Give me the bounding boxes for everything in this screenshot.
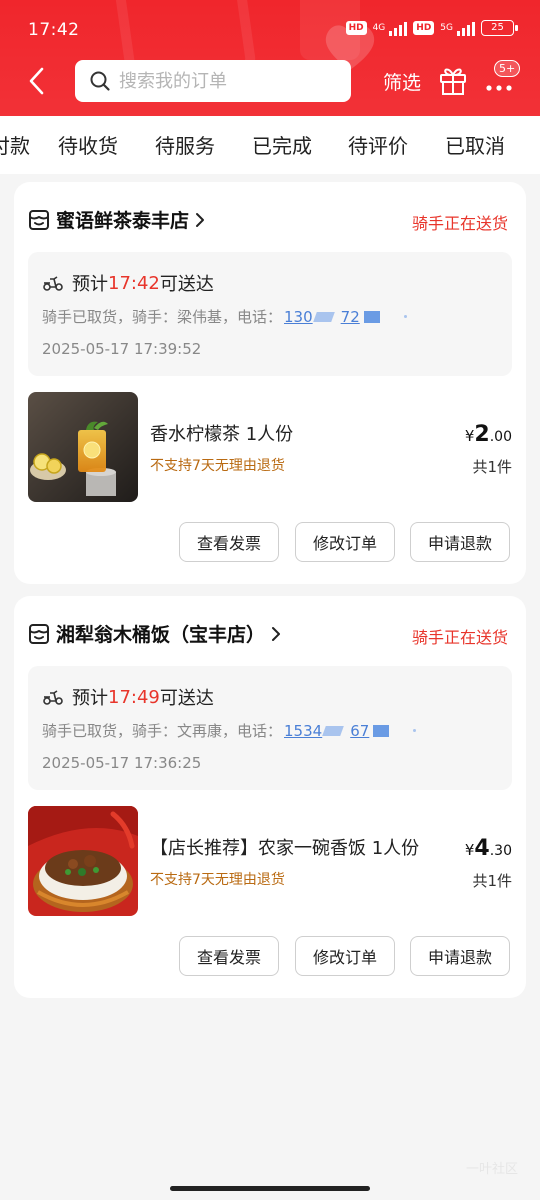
chevron-right-icon	[272, 626, 281, 641]
return-policy-note: 不支持7天无理由退货	[150, 872, 285, 888]
eta-prefix: 预计	[72, 688, 108, 709]
status-icons: HD 4G HD 5G 25	[345, 20, 518, 36]
phone-redaction	[322, 725, 345, 736]
eta-row: 预计 17:49 可送达	[42, 684, 214, 710]
order-status: 骑手正在送货	[411, 214, 508, 233]
shop-name: 蜜语鲜茶泰丰店	[56, 210, 190, 232]
order-card[interactable]: 湘犁翁木桶饭（宝丰店） 骑手正在送货 预计 17:49 可送达 骑手已取货，骑手…	[14, 596, 526, 998]
rider-text: 骑手已取货，骑手：文再康，电话：	[42, 722, 283, 740]
delivery-info[interactable]: 预计 17:42 可送达 骑手已取货，骑手：梁伟基，电话： 130 72 202…	[28, 252, 512, 376]
product-quantity: 共1件	[472, 872, 512, 890]
shop-name: 湘犁翁木桶饭（宝丰店）	[56, 624, 266, 646]
rider-phone[interactable]: 130	[284, 308, 313, 326]
signal-icon	[389, 20, 408, 36]
search-bar[interactable]	[75, 60, 351, 102]
scooter-icon	[43, 690, 63, 705]
filter-button[interactable]: 筛选	[383, 68, 421, 95]
order-card[interactable]: 蜜语鲜茶泰丰店 骑手正在送货 预计 17:42 可送达 骑手已取货，骑手：梁伟基…	[14, 182, 526, 584]
network-type: 4G	[372, 22, 386, 33]
header: 17:42 HD 4G HD 5G 25 筛选	[0, 0, 540, 116]
rider-phone-tail[interactable]: 67	[350, 722, 369, 740]
eta-suffix: 可送达	[159, 688, 214, 709]
eta-row: 预计 17:42 可送达	[42, 270, 214, 296]
phone-redaction	[312, 311, 335, 322]
hd-badge: HD	[345, 21, 367, 35]
order-timestamp: 2025-05-17 17:39:52	[42, 340, 202, 358]
tab-completed[interactable]: 已完成	[252, 130, 312, 159]
back-arrow-icon[interactable]	[22, 64, 52, 98]
return-policy-note: 不支持7天无理由退货	[150, 458, 285, 474]
product-name: 香水柠檬茶 1人份	[150, 424, 294, 445]
modify-order-button[interactable]: 修改订单	[295, 522, 395, 562]
request-refund-button[interactable]: 申请退款	[410, 522, 510, 562]
eta-time: 17:49	[108, 686, 160, 708]
delivery-info[interactable]: 预计 17:49 可送达 骑手已取货，骑手：文再康，电话： 1534 67 20…	[28, 666, 512, 790]
phone-redaction	[373, 724, 390, 737]
rider-phone-tail[interactable]: 72	[341, 308, 360, 326]
rider-info: 骑手已取货，骑手：文再康，电话： 1534 67	[42, 720, 417, 741]
order-status: 骑手正在送货	[411, 628, 508, 647]
shop-icon	[29, 623, 49, 644]
tab-pending-review[interactable]: 待评价	[348, 130, 408, 159]
eta-suffix: 可送达	[159, 274, 214, 295]
eta-prefix: 预计	[72, 274, 108, 295]
home-indicator[interactable]	[170, 1186, 370, 1191]
chevron-right-icon	[196, 212, 205, 227]
watermark: 一叶社区	[465, 1162, 518, 1177]
search-icon	[90, 71, 110, 91]
view-invoice-button[interactable]: 查看发票	[179, 936, 279, 976]
product-name: 【店长推荐】农家一碗香饭 1人份	[150, 838, 420, 859]
product-price: ¥4.30	[464, 836, 512, 861]
product-image	[28, 806, 138, 916]
modify-order-button[interactable]: 修改订单	[295, 936, 395, 976]
tab-pending-service[interactable]: 待服务	[155, 130, 215, 159]
search-input[interactable]	[119, 70, 339, 92]
phone-redaction	[413, 729, 417, 732]
battery-icon: 25	[481, 20, 518, 36]
product-item[interactable]: 【店长推荐】农家一碗香饭 1人份 不支持7天无理由退货 ¥4.30 共1件	[28, 806, 512, 916]
signal-icon	[457, 20, 475, 36]
tab-pending-payment[interactable]: 付款	[0, 130, 30, 159]
gift-icon[interactable]	[438, 64, 468, 96]
order-timestamp: 2025-05-17 17:36:25	[42, 754, 202, 772]
hd-badge: HD	[413, 21, 435, 35]
nav-row: 筛选 5+	[0, 58, 540, 106]
product-quantity: 共1件	[472, 458, 512, 476]
network-type: 5G	[440, 22, 453, 33]
tab-pending-receipt[interactable]: 待收货	[58, 130, 118, 159]
notification-badge: 5+	[494, 60, 521, 77]
order-tabs: 付款 待收货 待服务 已完成 待评价 已取消	[0, 116, 540, 174]
shop-link[interactable]: 湘犁翁木桶饭（宝丰店）	[28, 620, 281, 647]
status-bar: 17:42 HD 4G HD 5G 25	[0, 0, 540, 56]
product-item[interactable]: 香水柠檬茶 1人份 不支持7天无理由退货 ¥2.00 共1件	[28, 392, 512, 502]
eta-time: 17:42	[108, 272, 160, 294]
product-image	[28, 392, 138, 502]
scooter-icon	[43, 276, 63, 291]
rider-info: 骑手已取货，骑手：梁伟基，电话： 130 72	[42, 306, 407, 327]
phone-redaction	[403, 315, 407, 318]
rider-text: 骑手已取货，骑手：梁伟基，电话：	[42, 308, 283, 326]
shop-icon	[29, 209, 49, 230]
shop-link[interactable]: 蜜语鲜茶泰丰店	[28, 206, 205, 233]
phone-redaction	[363, 310, 380, 323]
tab-cancelled[interactable]: 已取消	[445, 130, 505, 159]
view-invoice-button[interactable]: 查看发票	[179, 522, 279, 562]
status-time: 17:42	[28, 20, 80, 40]
rider-phone[interactable]: 1534	[284, 722, 322, 740]
request-refund-button[interactable]: 申请退款	[410, 936, 510, 976]
product-price: ¥2.00	[464, 422, 512, 447]
